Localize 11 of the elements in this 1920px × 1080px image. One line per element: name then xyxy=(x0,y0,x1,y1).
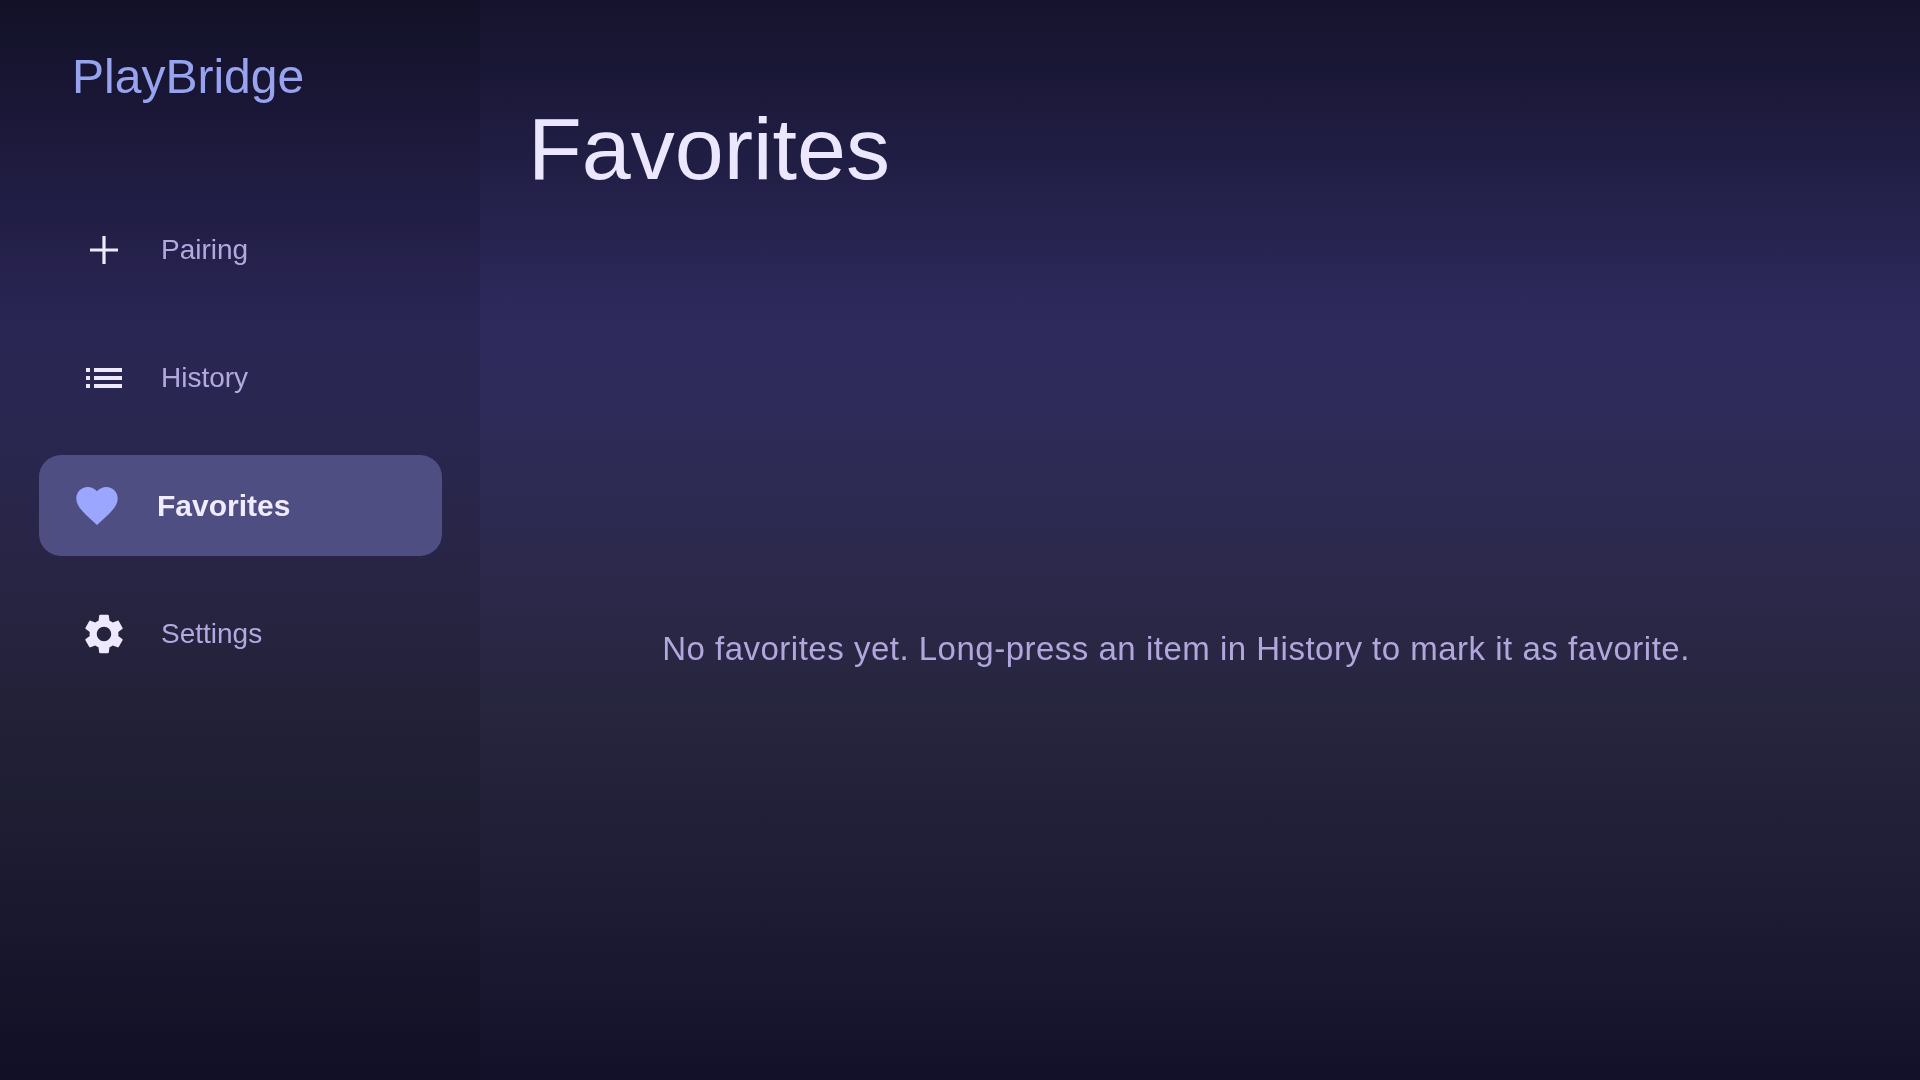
page-title: Favorites xyxy=(528,100,890,197)
nav-item[interactable]: Pairing xyxy=(39,199,442,300)
nav-item[interactable]: History xyxy=(39,327,442,428)
heart-icon xyxy=(76,486,118,525)
plus-icon xyxy=(90,235,118,264)
gear-icon xyxy=(85,613,123,654)
nav-item[interactable]: Favorites xyxy=(39,455,442,556)
empty-state-message: No favorites yet. Long-press an item in History to mark it as favorite. xyxy=(662,628,1690,669)
list-icon xyxy=(86,367,122,388)
app-logo: PlayBridge xyxy=(72,49,305,105)
nav-item[interactable]: Settings xyxy=(39,583,442,684)
